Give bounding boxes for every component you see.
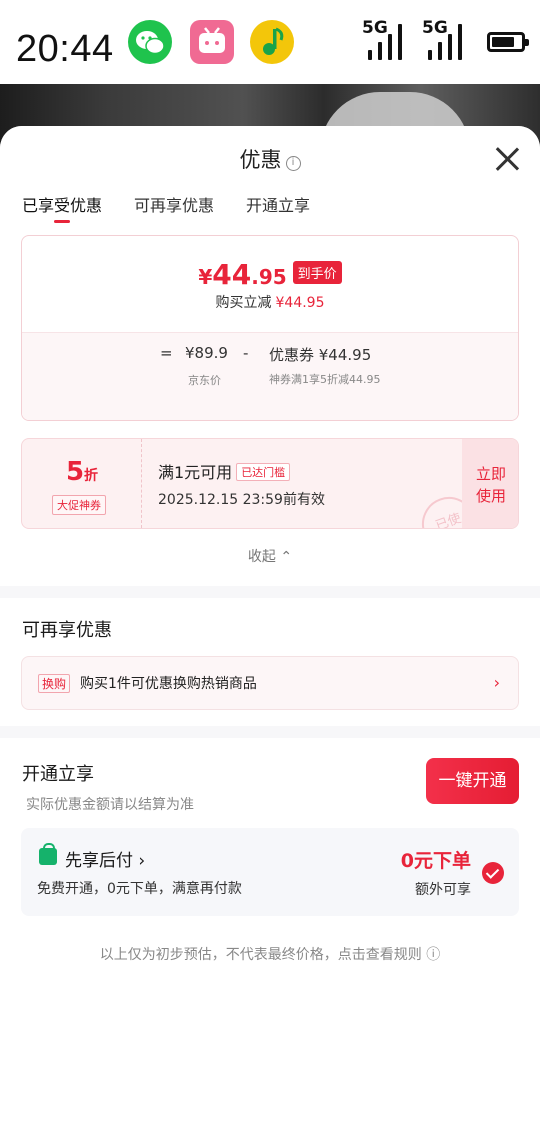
original-price-label: 京东价 xyxy=(188,374,221,387)
tab-more-discounts[interactable]: 可再享优惠 xyxy=(134,192,214,226)
coupon-validity: 2025.12.15 23:59前有效 xyxy=(158,492,325,508)
one-click-open-button[interactable]: 一键开通 xyxy=(426,758,519,804)
more-discounts-section: 可再享优惠 换购 购买1件可优惠换购热销商品 › xyxy=(0,598,540,726)
final-price: ¥44.95 到手价 xyxy=(22,258,518,291)
clock: 20:44 xyxy=(16,28,114,70)
coupon-deduction-desc: 神券满1享5折减44.95 xyxy=(269,373,381,386)
minus-sign: - xyxy=(243,344,249,362)
coupon-type-tag: 大促神券 xyxy=(52,495,106,515)
final-price-badge: 到手价 xyxy=(292,261,342,284)
signal-icon: 5G xyxy=(422,18,470,64)
swap-deal-row[interactable]: 换购 购买1件可优惠换购热销商品 › xyxy=(21,656,519,710)
close-button[interactable] xyxy=(494,146,520,172)
battery-level xyxy=(492,37,514,47)
tab-bar: 已享受优惠 可再享优惠 开通立享 xyxy=(22,192,310,226)
use-now-button[interactable]: 立即 使用 xyxy=(462,439,518,528)
final-price-value: ¥44.95 xyxy=(198,258,287,291)
chevron-right-icon: › xyxy=(493,673,500,692)
coupon-deduction: 优惠券 ¥44.95 xyxy=(269,346,372,364)
collapse-button[interactable]: 收起 ⌃ xyxy=(0,546,540,566)
open-enjoy-section: 开通立享 实际优惠金额请以结算为准 一键开通 先享后付 › 免费开通，0元下单，… xyxy=(0,738,540,1140)
sheet-title: 优惠 i xyxy=(0,144,540,174)
signal-icon: 5G xyxy=(362,18,410,64)
extra-enjoy-label: 额外可享 xyxy=(415,882,471,898)
status-bar: 20:44 5G 5G xyxy=(0,0,540,84)
coupon-card: 5折 大促神券 满1元可用 已达门槛 2025.12.15 23:59前有效 已使… xyxy=(21,438,519,529)
coupon-value: 5折 xyxy=(65,457,99,487)
wechat-icon xyxy=(128,20,172,64)
sheet-title-text: 优惠 xyxy=(239,148,282,172)
pay-later-desc: 免费开通，0元下单，满意再付款 xyxy=(37,881,242,897)
section-subtitle: 实际优惠金额请以结算为准 xyxy=(26,797,194,813)
discount-sheet: 优惠 i 已享受优惠 可再享优惠 开通立享 ¥44.95 到手价 购买立减 ¥44.9… xyxy=(0,126,540,1140)
coupon-condition: 满1元可用 已达门槛 xyxy=(158,459,325,483)
swap-deal-text: 购买1件可优惠换购热销商品 xyxy=(80,676,257,692)
section-title: 可再享优惠 xyxy=(22,620,112,641)
price-card: ¥44.95 到手价 购买立减 ¥44.95 = ¥89.9 京东价 - 优惠券 ¥… xyxy=(21,235,519,421)
price-calculation: = ¥89.9 京东价 - 优惠券 ¥44.95 神券满1享5折减44.95 xyxy=(22,344,518,404)
battery-icon xyxy=(487,32,529,52)
price-disclaimer[interactable]: 以上仅为初步预估，不代表最终价格，点击查看规则 ⓘ xyxy=(0,944,540,964)
zero-order-label: 0元下单 xyxy=(400,850,471,872)
tab-enjoyed[interactable]: 已享受优惠 xyxy=(22,192,102,226)
pay-later-title[interactable]: 先享后付 › xyxy=(65,846,145,871)
section-title: 开通立享 xyxy=(22,764,94,785)
bilibili-icon xyxy=(190,20,234,64)
swap-tag: 换购 xyxy=(38,674,71,693)
shopping-bag-icon xyxy=(39,843,57,865)
checkmark-icon[interactable] xyxy=(482,862,504,884)
equals-sign: = xyxy=(160,344,173,362)
qq-music-icon xyxy=(250,20,294,64)
tab-open-enjoy[interactable]: 开通立享 xyxy=(246,192,310,226)
instant-discount: 购买立减 ¥44.95 xyxy=(215,295,325,311)
info-icon[interactable]: i xyxy=(285,156,301,171)
threshold-reached-badge: 已达门槛 xyxy=(236,463,291,481)
pay-later-card[interactable]: 先享后付 › 免费开通，0元下单，满意再付款 0元下单 额外可享 xyxy=(21,828,519,916)
original-price: ¥89.9 xyxy=(185,344,228,362)
coupon-details: 满1元可用 已达门槛 2025.12.15 23:59前有效 xyxy=(158,459,325,509)
